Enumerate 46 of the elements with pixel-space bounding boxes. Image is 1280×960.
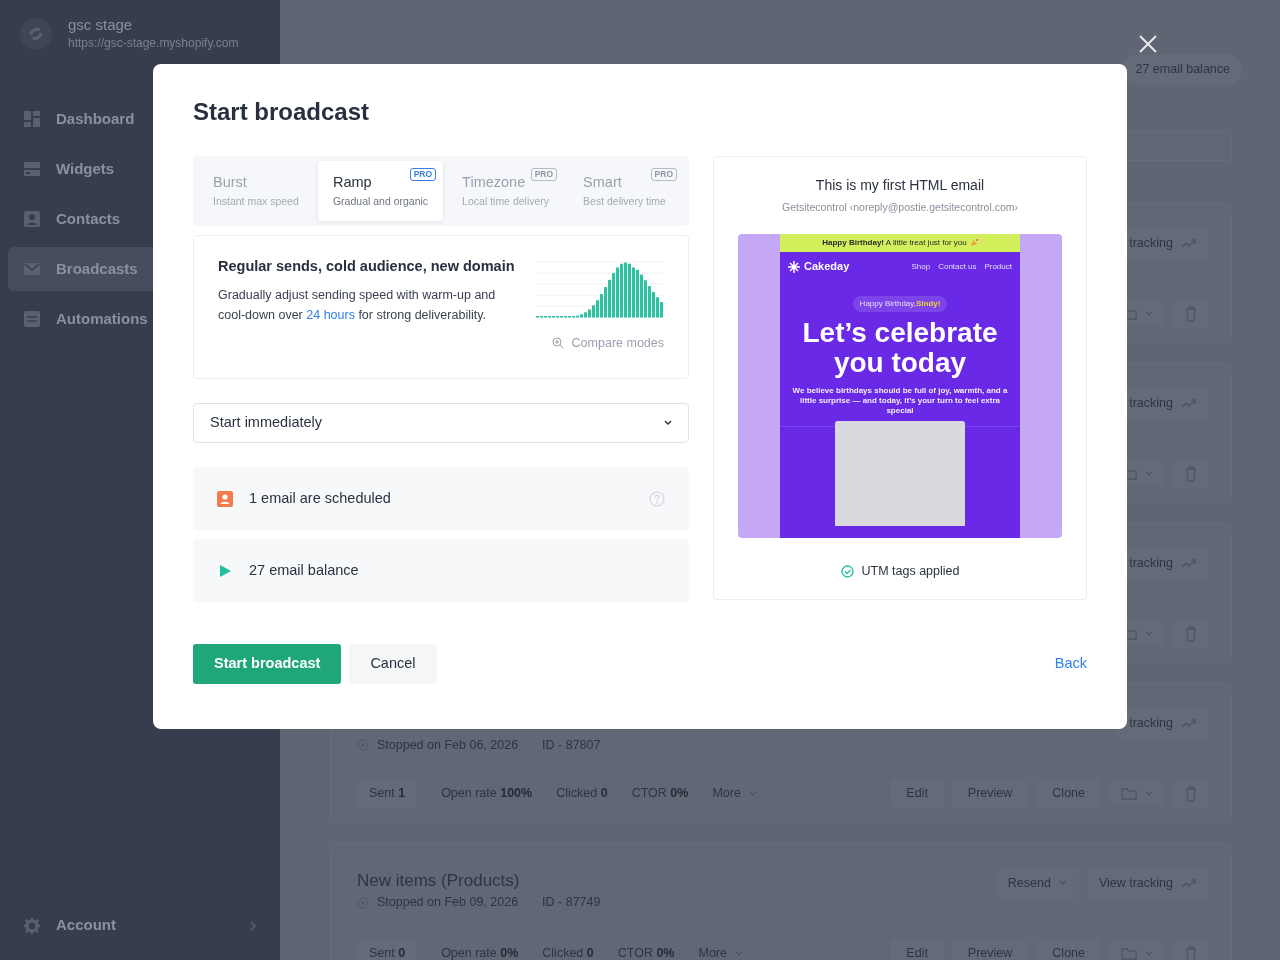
gear-icon <box>24 917 40 934</box>
pro-badge: PRO <box>409 167 437 181</box>
email-headline: Let’s celebrate you today <box>801 317 999 378</box>
back-link[interactable]: Back <box>1054 652 1087 675</box>
party-popper-icon <box>970 239 978 247</box>
info-text: 27 email balance <box>249 560 360 580</box>
email-subject: This is my first HTML email <box>815 175 985 195</box>
start-time-select[interactable]: Start immediately <box>193 402 689 443</box>
store-logo-icon <box>20 17 52 50</box>
email-sender: Getsitecontrol ‹noreply@postie.getsitecontrol.com› <box>782 199 1018 215</box>
chevron-right-icon <box>250 920 256 931</box>
pro-badge: PRO <box>530 167 558 181</box>
dashboard-icon <box>24 111 40 127</box>
store-name: gsc stage <box>68 15 134 34</box>
email-nav-link[interactable]: Contact us <box>938 260 977 273</box>
chevron-down-icon <box>664 419 672 426</box>
mode-tab[interactable]: Timezone PRO Local time delivery <box>447 160 565 221</box>
email-brand: Cakeday <box>804 259 850 275</box>
automation-icon <box>24 311 40 327</box>
account-menu-item[interactable]: Account <box>0 890 280 960</box>
check-circle-icon <box>840 564 854 578</box>
start-broadcast-button[interactable]: Start broadcast <box>193 643 342 684</box>
zoom-in-icon <box>551 337 564 350</box>
mode-tab[interactable]: Ramp PRO Gradual and organic <box>317 160 444 221</box>
contact-card-icon <box>24 211 40 227</box>
play-icon <box>217 562 233 579</box>
compare-modes-link[interactable]: Compare modes <box>551 333 664 353</box>
email-body-text: We believe birthdays should be full of joy, warmth, and a little surprise — and today, it’s your turn to feel extra special <box>791 385 1009 416</box>
email-banner-text: Happy Birthday! A little treat just for you <box>822 236 967 249</box>
info-text: 1 email are scheduled <box>249 488 392 508</box>
sparkle-logo-icon <box>788 260 800 273</box>
mode-tab[interactable]: Smart PRO Best delivery time <box>568 160 684 221</box>
store-url: https://gsc-stage.myshopify.com <box>68 34 239 52</box>
cancel-button[interactable]: Cancel <box>349 643 437 684</box>
mode-tab[interactable]: Burst Instant max speed <box>198 160 314 221</box>
pro-badge: PRO <box>650 167 677 181</box>
help-icon[interactable] <box>649 490 665 507</box>
email-greeting: Happy Birthday,Sindy! <box>852 295 948 312</box>
duration-link[interactable]: 24 hours <box>306 308 355 323</box>
modal-title: Start broadcast <box>193 98 371 127</box>
utm-status: UTM tags applied <box>861 563 960 581</box>
widgets-icon <box>24 161 40 177</box>
email-nav-link[interactable]: Shop <box>911 260 931 273</box>
person-icon <box>217 490 233 507</box>
email-nav-link[interactable]: Product <box>984 260 1012 273</box>
envelope-icon <box>24 261 40 277</box>
